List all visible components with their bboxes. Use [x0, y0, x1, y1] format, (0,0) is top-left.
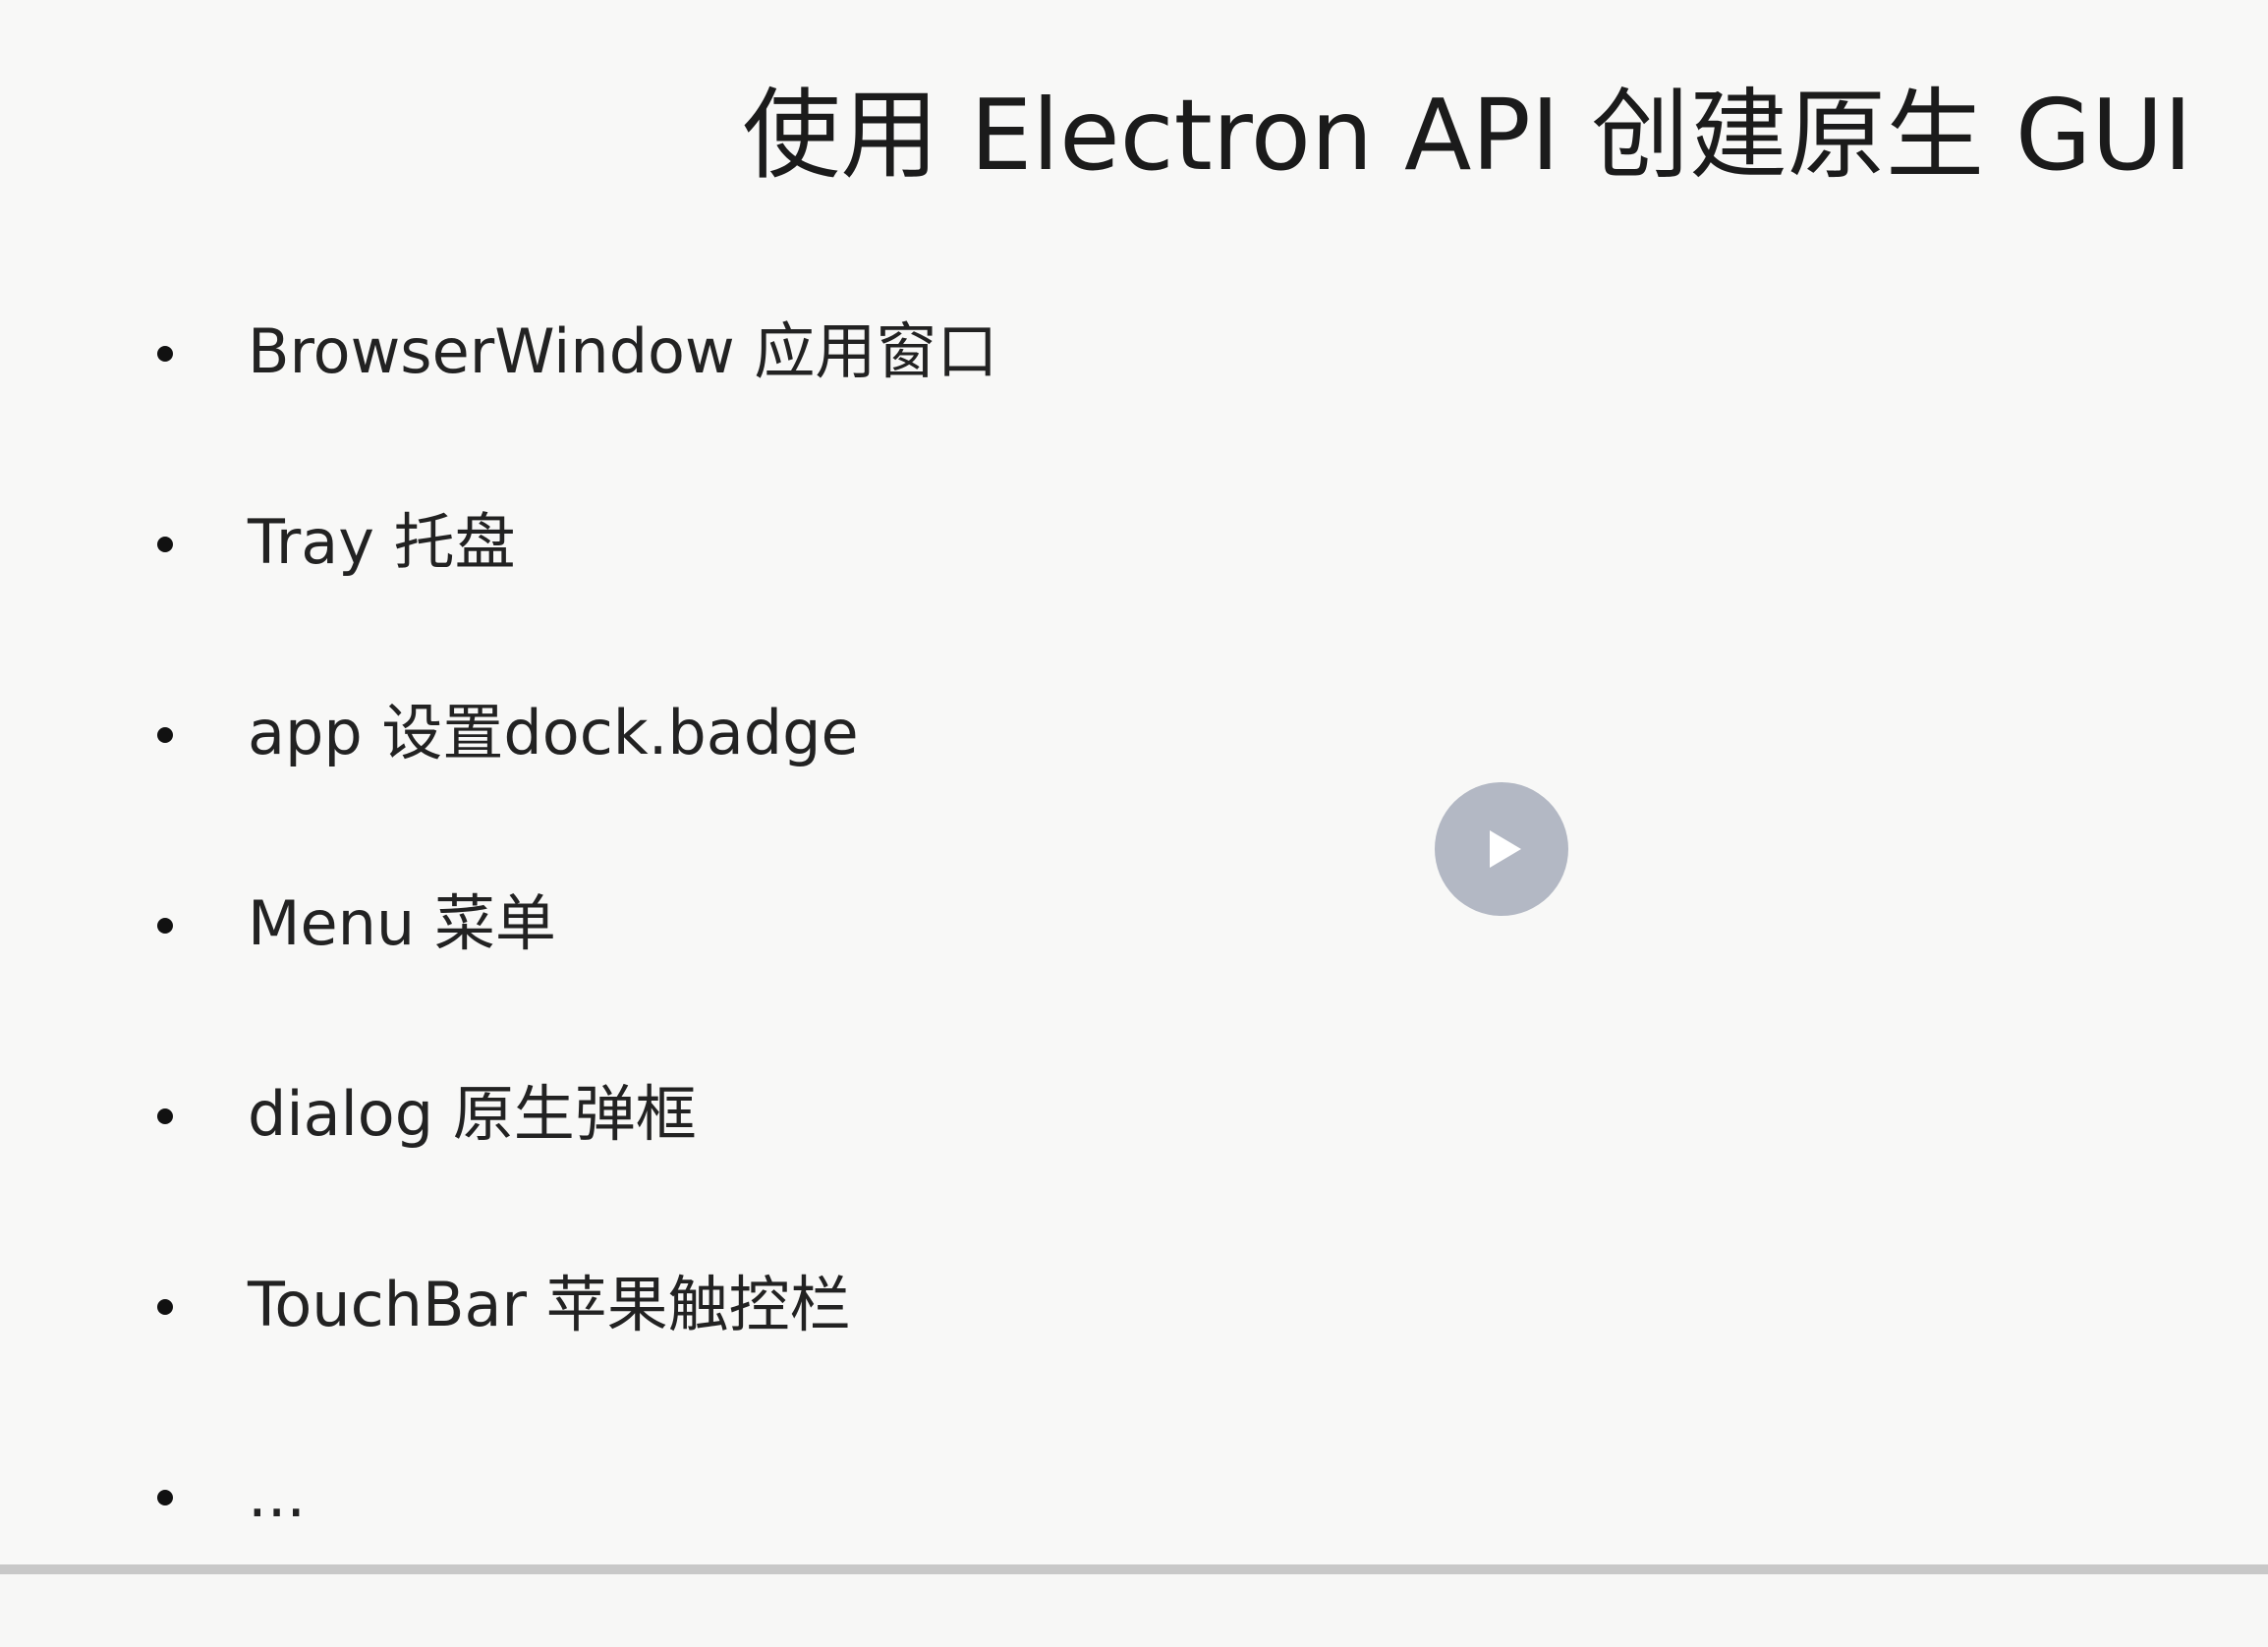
- bullet-dot: [157, 727, 173, 743]
- bullet-dot: [157, 346, 173, 362]
- list-item: TouchBar 苹果触控栏: [157, 1266, 997, 1456]
- list-item: ...: [157, 1456, 997, 1647]
- bullet-dot: [157, 537, 173, 552]
- play-icon: [1490, 830, 1521, 868]
- bullet-text: Menu 菜单: [248, 887, 556, 959]
- list-item: BrowserWindow 应用窗口: [157, 312, 997, 503]
- bullet-dot: [157, 1490, 173, 1505]
- slide-title: 使用 Electron API 创建原生 GUI: [742, 78, 2192, 193]
- play-button[interactable]: [1435, 782, 1568, 916]
- list-item: app 设置dock.badge: [157, 694, 997, 884]
- bullet-dot: [157, 1299, 173, 1315]
- bullet-text: app 设置dock.badge: [248, 697, 859, 768]
- player-bottom-bar: [0, 1564, 2268, 1574]
- bullet-text: dialog 原生弹框: [248, 1078, 697, 1150]
- bullet-dot: [157, 918, 173, 934]
- slide-canvas: 使用 Electron API 创建原生 GUI BrowserWindow 应…: [0, 0, 2268, 1564]
- bullet-text: Tray 托盘: [248, 506, 516, 578]
- bullet-list: BrowserWindow 应用窗口 Tray 托盘 app 设置dock.ba…: [157, 312, 997, 1647]
- bullet-dot: [157, 1108, 173, 1124]
- list-item: dialog 原生弹框: [157, 1075, 997, 1266]
- bullet-text: TouchBar 苹果触控栏: [248, 1269, 851, 1340]
- bullet-text: ...: [248, 1459, 307, 1531]
- list-item: Menu 菜单: [157, 884, 997, 1075]
- list-item: Tray 托盘: [157, 503, 997, 694]
- bullet-text: BrowserWindow 应用窗口: [248, 315, 998, 387]
